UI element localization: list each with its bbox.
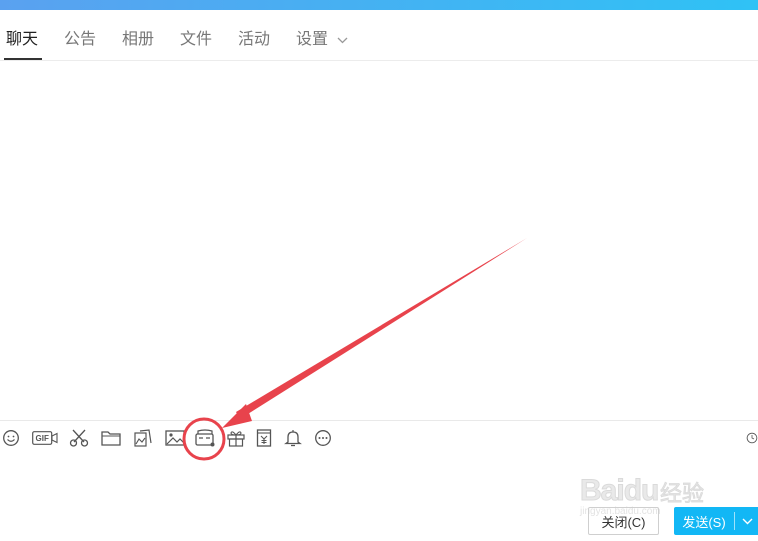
screen-share-icon[interactable] [194, 427, 216, 449]
gift-icon[interactable] [226, 427, 246, 449]
tab-chat[interactable]: 聊天 [3, 28, 43, 60]
image-gallery-icon[interactable] [134, 427, 154, 449]
window-top-bar [0, 0, 758, 10]
send-button-label: 发送(S) [682, 514, 726, 530]
more-icon[interactable] [314, 427, 332, 449]
tab-announcement[interactable]: 公告 [64, 28, 96, 60]
folder-icon[interactable] [101, 427, 121, 449]
toolbar-divider [0, 420, 758, 421]
gif-icon[interactable]: GIF [32, 427, 58, 449]
bell-icon[interactable] [284, 427, 302, 449]
scissors-icon[interactable] [69, 427, 89, 449]
tab-album[interactable]: 相册 [122, 28, 154, 60]
tab-activity[interactable]: 活动 [238, 28, 270, 60]
input-toolbar: GIF [0, 425, 758, 451]
tab-bar: 聊天 公告 相册 文件 活动 设置 [0, 18, 758, 61]
tab-files[interactable]: 文件 [180, 28, 212, 60]
emoji-icon[interactable] [2, 427, 20, 449]
message-area[interactable] [0, 61, 758, 420]
tab-settings-label: 设置 [296, 31, 329, 49]
red-packet-icon[interactable] [256, 427, 272, 449]
message-input[interactable] [0, 452, 758, 506]
send-button[interactable]: 发送(S) [674, 507, 758, 535]
close-button[interactable]: 关闭(C) [588, 507, 659, 535]
chevron-down-icon [337, 28, 348, 52]
tab-settings[interactable]: 设置 [296, 28, 348, 60]
history-icon[interactable] [746, 427, 758, 449]
send-button-separator [734, 512, 735, 530]
image-icon[interactable] [165, 427, 185, 449]
gif-text: GIF [36, 434, 49, 443]
send-options-chevron-icon[interactable] [736, 507, 758, 535]
